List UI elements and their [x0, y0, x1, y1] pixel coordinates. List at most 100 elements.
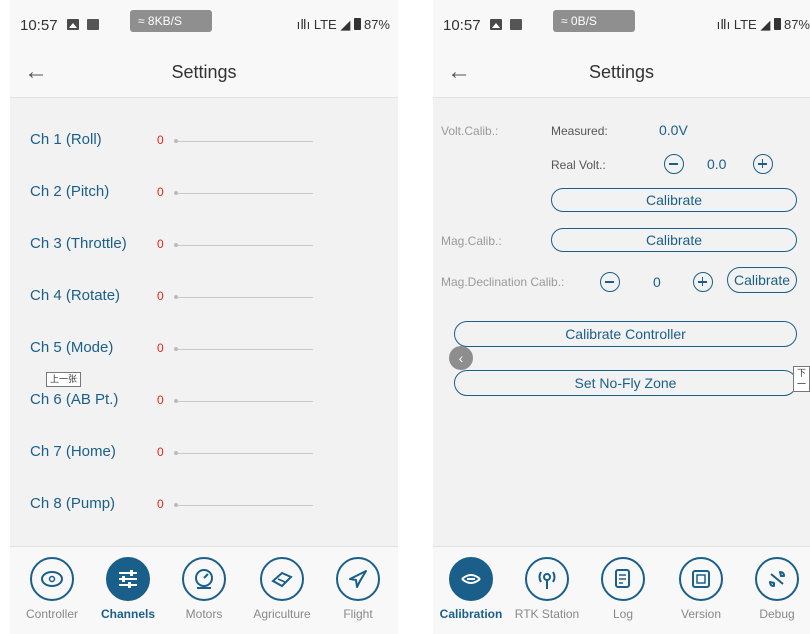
- airplane-icon: [336, 557, 380, 601]
- calibrate-controller-button[interactable]: Calibrate Controller: [454, 321, 797, 347]
- signal-bars-icon: ◢: [760, 17, 771, 32]
- channel-value: 0: [157, 341, 164, 355]
- page-title: Settings: [171, 62, 237, 82]
- channel-row: Ch 3 (Throttle) 0: [10, 230, 398, 260]
- nav-version[interactable]: Version: [663, 557, 739, 621]
- nav-label: Controller: [25, 607, 79, 621]
- vibrate-icon: ıⅡı: [716, 17, 731, 32]
- real-volt-label: Real Volt.:: [551, 158, 606, 172]
- network-speed: ≈ 0B/S: [553, 10, 635, 32]
- calibration-icon: [449, 557, 493, 601]
- channel-row: Ch 6 (AB Pt.) 0: [10, 386, 398, 416]
- mag-declination-label: Mag.Declination Calib.:: [441, 275, 565, 289]
- decl-calibrate-button[interactable]: Calibrate: [727, 267, 797, 293]
- calibration-screen: 10:57 ≈ 0B/S ıⅡı LTE ◢ 87% ← Settings Vo…: [433, 0, 810, 634]
- channel-list: Ch 1 (Roll) 0 Ch 2 (Pitch) 0 Ch 3 (Throt…: [10, 99, 398, 546]
- channel-label: Ch 6 (AB Pt.): [30, 391, 119, 408]
- battery-percent: 87%: [363, 17, 390, 32]
- nav-label: Channels: [100, 607, 155, 621]
- channel-bar: [174, 295, 313, 299]
- page-title: Settings: [588, 62, 655, 82]
- nav-controller[interactable]: Controller: [14, 557, 90, 621]
- network-speed-value: 8KB/S: [147, 14, 182, 28]
- channel-value: 0: [157, 237, 164, 251]
- vibrate-icon: ıⅡı: [296, 17, 311, 32]
- nav-agriculture[interactable]: Agriculture: [244, 557, 320, 621]
- app-notification-icon: [87, 19, 99, 30]
- log-icon: [601, 557, 645, 601]
- nav-motors[interactable]: Motors: [166, 557, 242, 621]
- status-time: 10:57: [20, 17, 58, 34]
- previous-page-chevron-icon[interactable]: ‹: [449, 346, 473, 370]
- channel-bar: [174, 451, 313, 455]
- decl-plus-button[interactable]: [693, 272, 713, 292]
- nav-rtk-station[interactable]: RTK Station: [509, 557, 585, 621]
- channel-label: Ch 2 (Pitch): [30, 183, 110, 200]
- volt-plus-button[interactable]: [753, 154, 773, 174]
- status-bar: 10:57 ≈ 8KB/S ıⅡı LTE ◢ 87%: [10, 0, 398, 50]
- nav-label: Log: [612, 607, 634, 621]
- next-tooltip: 下一: [793, 366, 810, 392]
- channel-label: Ch 4 (Rotate): [30, 287, 121, 304]
- signal-bars-icon: ◢: [340, 17, 351, 32]
- previous-tooltip: 上一张: [46, 372, 82, 387]
- rtk-icon: [525, 557, 569, 601]
- channel-bar: [174, 243, 313, 247]
- nav-label: Debug: [759, 607, 795, 621]
- nav-debug[interactable]: Debug: [739, 557, 810, 621]
- nav-label: Agriculture: [253, 607, 311, 621]
- channels-screen: 10:57 ≈ 8KB/S ıⅡı LTE ◢ 87% ← Settings C…: [10, 0, 398, 634]
- measured-label: Measured:: [551, 124, 608, 138]
- signal-type: LTE: [313, 17, 337, 32]
- channel-value: 0: [157, 133, 164, 147]
- channel-bar: [174, 399, 313, 403]
- mag-calibrate-button[interactable]: Calibrate: [551, 228, 797, 252]
- battery-icon: [353, 18, 361, 30]
- network-speed: ≈ 8KB/S: [130, 10, 212, 32]
- nav-label: Flight: [343, 607, 373, 621]
- battery-icon: [773, 18, 781, 30]
- set-no-fly-zone-button[interactable]: Set No-Fly Zone: [454, 370, 797, 396]
- channel-label: Ch 7 (Home): [30, 443, 116, 460]
- channel-label: Ch 5 (Mode): [30, 339, 114, 356]
- page-indicator: [184, 628, 224, 632]
- app-bar: ← Settings: [10, 50, 398, 98]
- nav-label: Version: [680, 607, 722, 621]
- nav-log[interactable]: Log: [585, 557, 661, 621]
- signal-type: LTE: [733, 17, 757, 32]
- channel-value: 0: [157, 289, 164, 303]
- volt-minus-button[interactable]: [664, 154, 684, 174]
- channel-bar: [174, 191, 313, 195]
- nav-channels[interactable]: Channels: [90, 557, 166, 621]
- decl-minus-button[interactable]: [600, 272, 620, 292]
- channel-row: Ch 4 (Rotate) 0: [10, 282, 398, 312]
- nav-calibration[interactable]: Calibration: [433, 557, 509, 621]
- channel-label: Ch 3 (Throttle): [30, 235, 127, 252]
- nav-label: Calibration: [439, 607, 503, 621]
- channel-value: 0: [157, 185, 164, 199]
- bottom-nav: Controller Channels Motors Agriculture F…: [10, 546, 398, 634]
- status-indicators: ıⅡı LTE ◢ 87%: [297, 17, 390, 33]
- declination-value: 0: [653, 274, 661, 290]
- channel-row: Ch 1 (Roll) 0: [10, 126, 398, 156]
- channel-row: Ch 7 (Home) 0: [10, 438, 398, 468]
- channel-value: 0: [157, 445, 164, 459]
- channel-value: 0: [157, 497, 164, 511]
- network-speed-value: 0B/S: [570, 14, 597, 28]
- volt-calibrate-button[interactable]: Calibrate: [551, 188, 797, 212]
- nav-label: Motors: [185, 607, 223, 621]
- calibration-panel: Volt.Calib.: Measured: 0.0V Real Volt.: …: [433, 99, 810, 546]
- app-notification-icon: [510, 19, 522, 30]
- channel-row: Ch 2 (Pitch) 0: [10, 178, 398, 208]
- mag-calib-label: Mag.Calib.:: [441, 234, 502, 248]
- version-icon: [679, 557, 723, 601]
- measured-value: 0.0V: [659, 122, 688, 138]
- status-time: 10:57: [443, 17, 481, 34]
- page-indicator: [602, 628, 642, 632]
- nav-label: RTK Station: [514, 607, 580, 621]
- channel-label: Ch 1 (Roll): [30, 131, 102, 148]
- image-notification-icon: [67, 19, 79, 30]
- nav-flight[interactable]: Flight: [320, 557, 396, 621]
- channel-value: 0: [157, 393, 164, 407]
- wrench-icon: [755, 557, 799, 601]
